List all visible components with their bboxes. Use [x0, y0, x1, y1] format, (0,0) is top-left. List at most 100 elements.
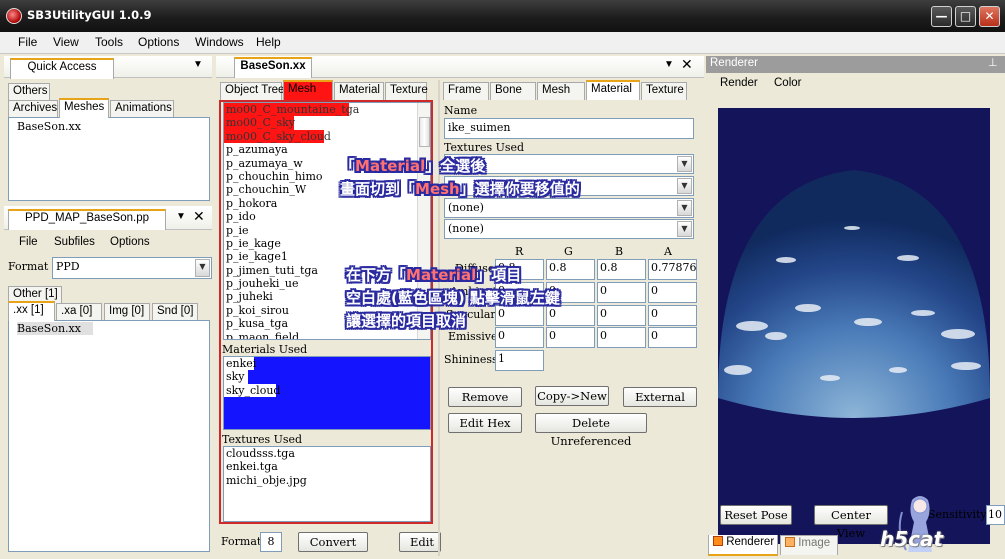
specular-b[interactable]: 0: [597, 305, 646, 326]
dock-menu-icon[interactable]: ▼: [193, 59, 203, 70]
pp-menu-options[interactable]: Options: [110, 236, 150, 248]
pp-file-tab[interactable]: PPD_MAP_BaseSon.pp: [8, 209, 166, 230]
chevron-down-icon[interactable]: ▼: [677, 178, 692, 194]
external-button[interactable]: External: [623, 387, 697, 407]
app-icon: [6, 8, 22, 24]
tab-mesh-props[interactable]: Mesh: [537, 82, 585, 100]
scrollbar-thumb[interactable]: [419, 117, 430, 147]
list-item[interactable]: sky: [224, 370, 248, 384]
chevron-down-icon[interactable]: ▼: [677, 156, 692, 172]
tab-archives[interactable]: Archives: [8, 100, 58, 118]
pp-menu-subfiles[interactable]: Subfiles: [54, 236, 95, 248]
menu-tools[interactable]: Tools: [95, 35, 123, 49]
subfile-list[interactable]: BaseSon.xx: [8, 320, 210, 552]
menu-options[interactable]: Options: [138, 35, 179, 49]
render-viewport[interactable]: [718, 108, 990, 544]
tab-object-tree[interactable]: Object Tree: [220, 82, 284, 100]
tab-bone[interactable]: Bone: [490, 82, 536, 100]
texture-slot-3[interactable]: (none) ▼: [444, 198, 694, 218]
center-view-button[interactable]: Center View: [814, 505, 888, 540]
tab-img[interactable]: Img [0]: [104, 303, 150, 321]
chevron-down-icon[interactable]: ▼: [195, 259, 210, 277]
watermark-text: h5cat: [880, 527, 944, 551]
tab-texture[interactable]: Texture: [385, 82, 428, 100]
reset-pose-button[interactable]: Reset Pose: [720, 505, 792, 525]
chevron-down-icon[interactable]: ▼: [677, 200, 692, 216]
maximize-button[interactable]: □: [955, 6, 976, 27]
copy-new-button[interactable]: Copy->New: [535, 386, 609, 406]
meshes-list[interactable]: BaseSon.xx: [8, 117, 210, 201]
materials-used-list[interactable]: enkei sky sky_cloud: [223, 356, 431, 430]
doc-tab[interactable]: BaseSon.xx: [234, 57, 312, 78]
tab-meshes[interactable]: Meshes: [59, 98, 109, 118]
list-item[interactable]: BaseSon.xx: [17, 322, 93, 335]
close-icon[interactable]: ✕: [193, 208, 205, 225]
textures-used-list[interactable]: cloudsss.tga enkei.tga michi_obje.jpg: [223, 446, 431, 522]
list-item[interactable]: p_ie_kage: [224, 237, 430, 250]
dock-menu-icon[interactable]: ▼: [176, 211, 186, 222]
convert-button[interactable]: Convert: [298, 532, 368, 552]
list-item[interactable]: mo00_C_sky_cloud: [224, 129, 331, 144]
close-button[interactable]: ✕: [979, 6, 1000, 27]
tab-others[interactable]: Others: [8, 83, 50, 101]
textures-used-label: Textures Used: [444, 141, 525, 154]
edit-button[interactable]: Edit: [399, 532, 441, 552]
tab-xa[interactable]: .xa [0]: [56, 303, 102, 321]
format-select[interactable]: PPD ▼: [52, 257, 212, 279]
tab-renderer[interactable]: Renderer: [708, 535, 778, 556]
textures-used-label: Textures Used: [222, 433, 303, 446]
menu-file[interactable]: File: [18, 35, 37, 49]
edit-hex-button[interactable]: Edit Hex: [448, 413, 522, 433]
sensitivity-field[interactable]: 10: [986, 505, 1005, 525]
menu-windows[interactable]: Windows: [195, 35, 244, 49]
tab-mesh[interactable]: Mesh: [283, 80, 333, 100]
list-item[interactable]: enkei.tga: [224, 460, 430, 473]
close-icon[interactable]: ✕: [681, 56, 693, 73]
tab-texture-props[interactable]: Texture: [641, 82, 687, 100]
material-name-field[interactable]: ike_suimen: [444, 118, 694, 139]
emissive-b[interactable]: 0: [597, 327, 646, 348]
list-item[interactable]: p_ido: [224, 210, 430, 223]
dock-menu-icon[interactable]: ▼: [664, 59, 674, 70]
specular-a[interactable]: 0: [648, 305, 697, 326]
col-header-g: G: [564, 245, 573, 258]
menu-bar: File View Tools Options Windows Help: [0, 32, 1005, 54]
renderer-menu-color[interactable]: Color: [774, 77, 801, 89]
ambient-b[interactable]: 0: [597, 282, 646, 303]
tab-image[interactable]: Image: [780, 535, 838, 555]
list-item[interactable]: michi_obje.jpg: [224, 474, 430, 487]
diffuse-a[interactable]: 0.77876: [648, 259, 697, 280]
format-field[interactable]: 8: [260, 532, 282, 552]
shininess-field[interactable]: 1: [495, 350, 544, 371]
list-item[interactable]: BaseSon.xx: [17, 120, 81, 133]
list-item[interactable]: mo00_C_sky: [224, 116, 295, 130]
format-label: Format: [221, 535, 262, 548]
list-item[interactable]: mo00_C_mountaine_tga: [224, 103, 359, 117]
menu-help[interactable]: Help: [256, 35, 281, 49]
delete-unreferenced-button[interactable]: Delete Unreferenced: [535, 413, 647, 448]
minimize-button[interactable]: —: [931, 6, 952, 27]
list-item[interactable]: p_ie: [224, 224, 430, 237]
list-item[interactable]: enkei: [224, 357, 256, 371]
tab-xx[interactable]: .xx [1]: [8, 301, 55, 321]
tab-material-props[interactable]: Material: [586, 80, 640, 100]
list-item[interactable]: p_ie_kage1: [224, 250, 430, 263]
tab-animations[interactable]: Animations: [110, 100, 174, 118]
menu-view[interactable]: View: [53, 35, 79, 49]
quick-access-tab[interactable]: Quick Access: [10, 58, 114, 79]
list-item[interactable]: cloudsss.tga: [224, 447, 430, 460]
remove-button[interactable]: Remove: [448, 387, 522, 407]
list-item[interactable]: sky_cloud: [224, 383, 280, 398]
ambient-a[interactable]: 0: [648, 282, 697, 303]
pin-icon[interactable]: ⊥: [988, 56, 998, 69]
materials-used-label: Materials Used: [222, 343, 308, 356]
tab-material[interactable]: Material: [334, 82, 384, 100]
chevron-down-icon[interactable]: ▼: [677, 221, 692, 237]
tab-snd[interactable]: Snd [0]: [152, 303, 198, 321]
emissive-a[interactable]: 0: [648, 327, 697, 348]
diffuse-b[interactable]: 0.8: [597, 259, 646, 280]
texture-slot-4[interactable]: (none) ▼: [444, 219, 694, 239]
renderer-menu-render[interactable]: Render: [720, 77, 758, 89]
pp-menu-file[interactable]: File: [19, 236, 38, 248]
tab-frame[interactable]: Frame: [443, 82, 489, 100]
